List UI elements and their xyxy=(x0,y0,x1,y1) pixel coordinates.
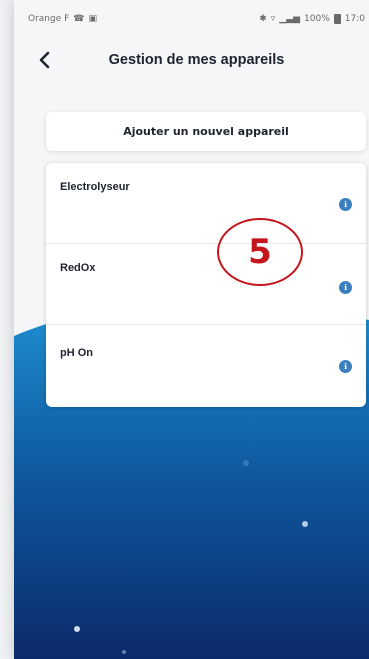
bubble xyxy=(243,460,249,466)
signal-icon: ▁▃▅ xyxy=(279,14,301,24)
info-icon[interactable]: ℹ xyxy=(339,281,352,294)
device-name: pH On xyxy=(60,347,93,359)
battery-percent: 100% xyxy=(304,14,330,24)
bubble xyxy=(74,626,80,632)
bluetooth-icon: ✱ xyxy=(259,14,267,24)
step-number-badge: 5 xyxy=(217,218,303,286)
wifi-icon: ▿ xyxy=(270,14,276,24)
cast-icon: ▣ xyxy=(88,14,98,24)
bubble xyxy=(122,650,126,654)
info-icon[interactable]: ℹ xyxy=(339,198,352,211)
device-row-electrolyseur[interactable]: Electrolyseur ℹ xyxy=(46,163,366,244)
device-row-redox[interactable]: RedOx ℹ xyxy=(46,244,366,325)
device-row-ph-on[interactable]: pH On ℹ xyxy=(46,325,366,407)
status-bar: Orange F ☎ ▣ ✱ ▿ ▁▃▅ 100% 17:0 xyxy=(14,0,369,30)
device-name: Electrolyseur xyxy=(60,181,130,193)
clock: 17:0 xyxy=(344,14,365,24)
phone-screen: Orange F ☎ ▣ ✱ ▿ ▁▃▅ 100% 17:0 Gestion d… xyxy=(14,0,369,659)
page-title: Gestion de mes appareils xyxy=(108,52,285,68)
phone-call-icon: ☎ xyxy=(73,14,85,24)
battery-icon xyxy=(333,14,341,24)
carrier-name: Orange F xyxy=(28,14,70,24)
header: Gestion de mes appareils xyxy=(14,42,369,78)
status-right: ✱ ▿ ▁▃▅ 100% 17:0 xyxy=(259,14,365,24)
info-icon[interactable]: ℹ xyxy=(339,360,352,373)
add-device-button[interactable]: Ajouter un nouvel appareil xyxy=(46,112,366,151)
status-left: Orange F ☎ ▣ xyxy=(28,14,97,24)
device-name: RedOx xyxy=(60,262,96,274)
bubble xyxy=(302,521,308,527)
device-list: Electrolyseur ℹ RedOx ℹ pH On ℹ xyxy=(46,163,366,407)
